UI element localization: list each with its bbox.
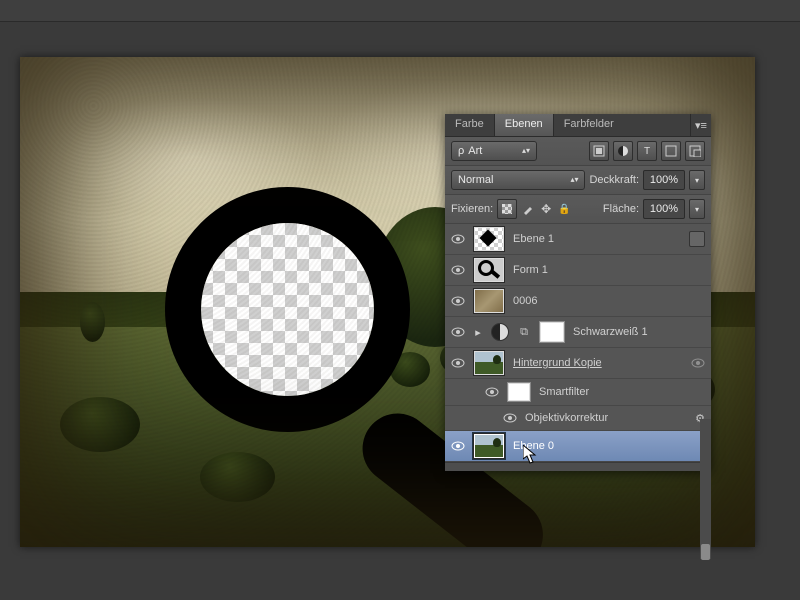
layer-thumbnail[interactable] [473, 257, 505, 283]
layers-list-footer [445, 462, 711, 471]
adjustment-icon [491, 323, 509, 341]
layer-filter-kind-label: Art [468, 145, 482, 157]
layer-row[interactable]: Ebene 0 [445, 431, 711, 462]
visibility-toggle[interactable] [451, 325, 465, 339]
layer-name[interactable]: Hintergrund Kopie [513, 357, 683, 369]
work-area: Farbe Ebenen Farbfelder ▾≡ ρ Art ▴▾ T No [0, 22, 800, 600]
filter-name[interactable]: Objektivkorrektur [525, 412, 687, 424]
blend-mode-dropdown[interactable]: Normal ▴▾ [451, 170, 585, 190]
canvas-magnifier-shape [165, 187, 410, 432]
tab-color[interactable]: Farbe [445, 114, 494, 136]
eye-icon [451, 441, 465, 451]
layer-row-filter-item[interactable]: Objektivkorrektur ⚙ [445, 406, 711, 431]
layer-thumbnail[interactable] [473, 350, 505, 376]
opacity-value-field[interactable]: 100% [643, 170, 685, 190]
layer-name[interactable]: 0006 [513, 295, 705, 307]
visibility-toggle[interactable] [451, 294, 465, 308]
magnifier-transparent-hole [201, 223, 374, 396]
canvas-bush [60, 397, 140, 452]
chevron-updown-icon: ▴▾ [522, 147, 530, 155]
lock-icon: 🔒 [558, 204, 570, 215]
layers-panel: Farbe Ebenen Farbfelder ▾≡ ρ Art ▴▾ T No [445, 114, 711, 471]
visibility-toggle[interactable] [451, 356, 465, 370]
opacity-scrubber[interactable]: ▾ [689, 170, 705, 190]
blend-opacity-row: Normal ▴▾ Deckkraft: 100% ▾ [445, 166, 711, 195]
canvas-bush [80, 302, 105, 342]
fill-label: Fläche: [603, 203, 639, 215]
link-icon: ⧉ [517, 326, 531, 339]
layer-row[interactable]: Form 1 [445, 255, 711, 286]
clip-indicator-icon: ▸ [473, 326, 483, 339]
layer-row-smartfilters[interactable]: Smartfilter [445, 379, 711, 406]
filter-adjustment-icon[interactable] [613, 141, 633, 161]
filter-type-icon[interactable]: T [637, 141, 657, 161]
tab-swatches[interactable]: Farbfelder [554, 114, 624, 136]
layer-name[interactable]: Ebene 1 [513, 233, 681, 245]
layers-scrollbar[interactable] [700, 419, 711, 559]
lock-transparency-button[interactable] [497, 199, 517, 219]
eye-icon [451, 234, 465, 244]
layer-name[interactable]: Form 1 [513, 264, 705, 276]
scrollbar-thumb[interactable] [701, 544, 710, 560]
app-top-strip [0, 0, 800, 22]
eye-icon [451, 358, 465, 368]
visibility-toggle[interactable] [451, 439, 465, 453]
move-icon: ✥ [541, 202, 551, 216]
layers-list: Ebene 1 Form 1 0006 ▸ ⧉ Schwarzweiß 1 [445, 224, 711, 471]
eye-icon [451, 327, 465, 337]
canvas-bush [200, 452, 275, 502]
panel-menu-button[interactable]: ▾≡ [690, 114, 711, 136]
layer-thumbnail[interactable] [473, 226, 505, 252]
opacity-label: Deckkraft: [589, 174, 639, 186]
filter-mask-thumbnail[interactable] [507, 382, 531, 402]
brush-icon [522, 203, 534, 215]
eye-icon [451, 296, 465, 306]
eye-icon [503, 413, 517, 423]
lock-fill-row: Fixieren: ✥ 🔒 Fläche: 100% ▾ [445, 195, 711, 224]
fill-scrubber[interactable]: ▾ [689, 199, 705, 219]
visibility-toggle[interactable] [451, 232, 465, 246]
tab-layers[interactable]: Ebenen [494, 114, 554, 136]
chevron-updown-icon: ▴▾ [570, 176, 578, 184]
filter-shape-icon[interactable] [661, 141, 681, 161]
layer-row[interactable]: Hintergrund Kopie [445, 348, 711, 379]
layer-row[interactable]: 0006 [445, 286, 711, 317]
layer-mask-thumbnail[interactable] [539, 321, 565, 343]
blend-mode-value: Normal [458, 174, 493, 186]
eye-icon [451, 265, 465, 275]
panel-tab-bar: Farbe Ebenen Farbfelder ▾≡ [445, 114, 711, 137]
fill-value-field[interactable]: 100% [643, 199, 685, 219]
lock-all-button[interactable]: 🔒 [557, 204, 571, 215]
search-icon: ρ [458, 145, 464, 157]
filter-smartobject-icon[interactable] [685, 141, 705, 161]
layer-filter-kind-dropdown[interactable]: ρ Art ▴▾ [451, 141, 537, 161]
lock-position-button[interactable]: ✥ [539, 202, 553, 216]
layer-filter-row: ρ Art ▴▾ T [445, 137, 711, 166]
smart-filter-visibility-icon[interactable] [691, 358, 705, 368]
eye-icon [485, 387, 499, 397]
visibility-toggle[interactable] [503, 411, 517, 425]
visibility-toggle[interactable] [451, 263, 465, 277]
layer-info-icon[interactable] [689, 231, 705, 247]
layer-name[interactable]: Schwarzweiß 1 [573, 326, 705, 338]
layer-thumbnail[interactable] [473, 288, 505, 314]
smartfilter-label: Smartfilter [539, 386, 705, 398]
filter-pixel-icon[interactable] [589, 141, 609, 161]
layer-name[interactable]: Ebene 0 [513, 440, 705, 452]
layer-row[interactable]: Ebene 1 [445, 224, 711, 255]
lock-image-button[interactable] [521, 203, 535, 215]
visibility-toggle[interactable] [485, 385, 499, 399]
menu-icon: ▾≡ [695, 119, 707, 132]
layer-row[interactable]: ▸ ⧉ Schwarzweiß 1 [445, 317, 711, 348]
lock-label: Fixieren: [451, 203, 493, 215]
layer-thumbnail[interactable] [473, 433, 505, 459]
